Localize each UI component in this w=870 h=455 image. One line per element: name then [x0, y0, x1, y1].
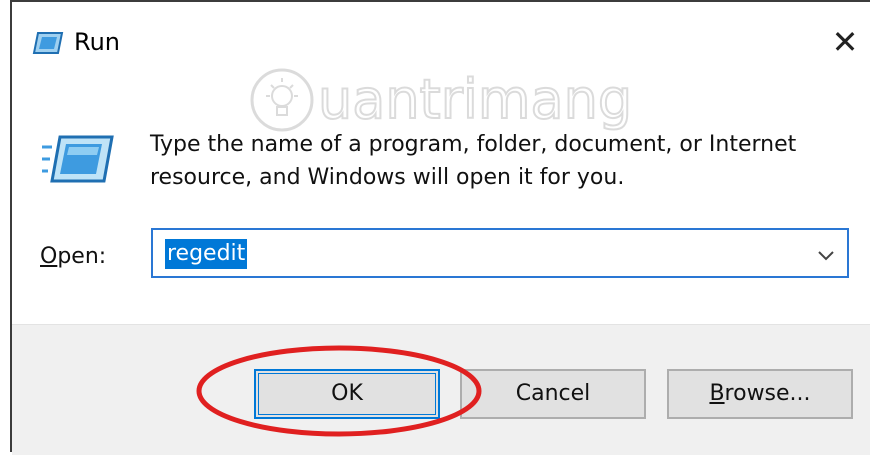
close-button[interactable]: ✕ [830, 26, 860, 58]
browse-mnemonic: B [709, 381, 725, 406]
run-icon [32, 31, 64, 59]
browse-label: rowse... [724, 381, 811, 406]
ok-button[interactable]: OK [254, 369, 440, 419]
button-bar: OK Cancel Browse... [12, 324, 870, 455]
run-icon [42, 135, 114, 187]
instructions-text: Type the name of a program, folder, docu… [150, 132, 797, 190]
cancel-button[interactable]: Cancel [460, 369, 646, 419]
open-label-mnemonic: O [40, 244, 58, 269]
open-combobox[interactable]: regedit [151, 228, 849, 278]
run-dialog: Run ✕ uantrimang Type the name of a prog [10, 0, 870, 455]
open-input[interactable]: regedit [165, 239, 248, 269]
svg-text:uantrimang: uantrimang [318, 68, 632, 131]
browse-button[interactable]: Browse... [667, 369, 853, 419]
open-label-text: pen: [57, 244, 107, 269]
open-label: Open: [40, 244, 106, 269]
chevron-down-icon[interactable] [817, 246, 835, 265]
title-bar: Run ✕ [12, 2, 870, 72]
window-title: Run [74, 28, 121, 56]
close-icon: ✕ [831, 23, 859, 61]
